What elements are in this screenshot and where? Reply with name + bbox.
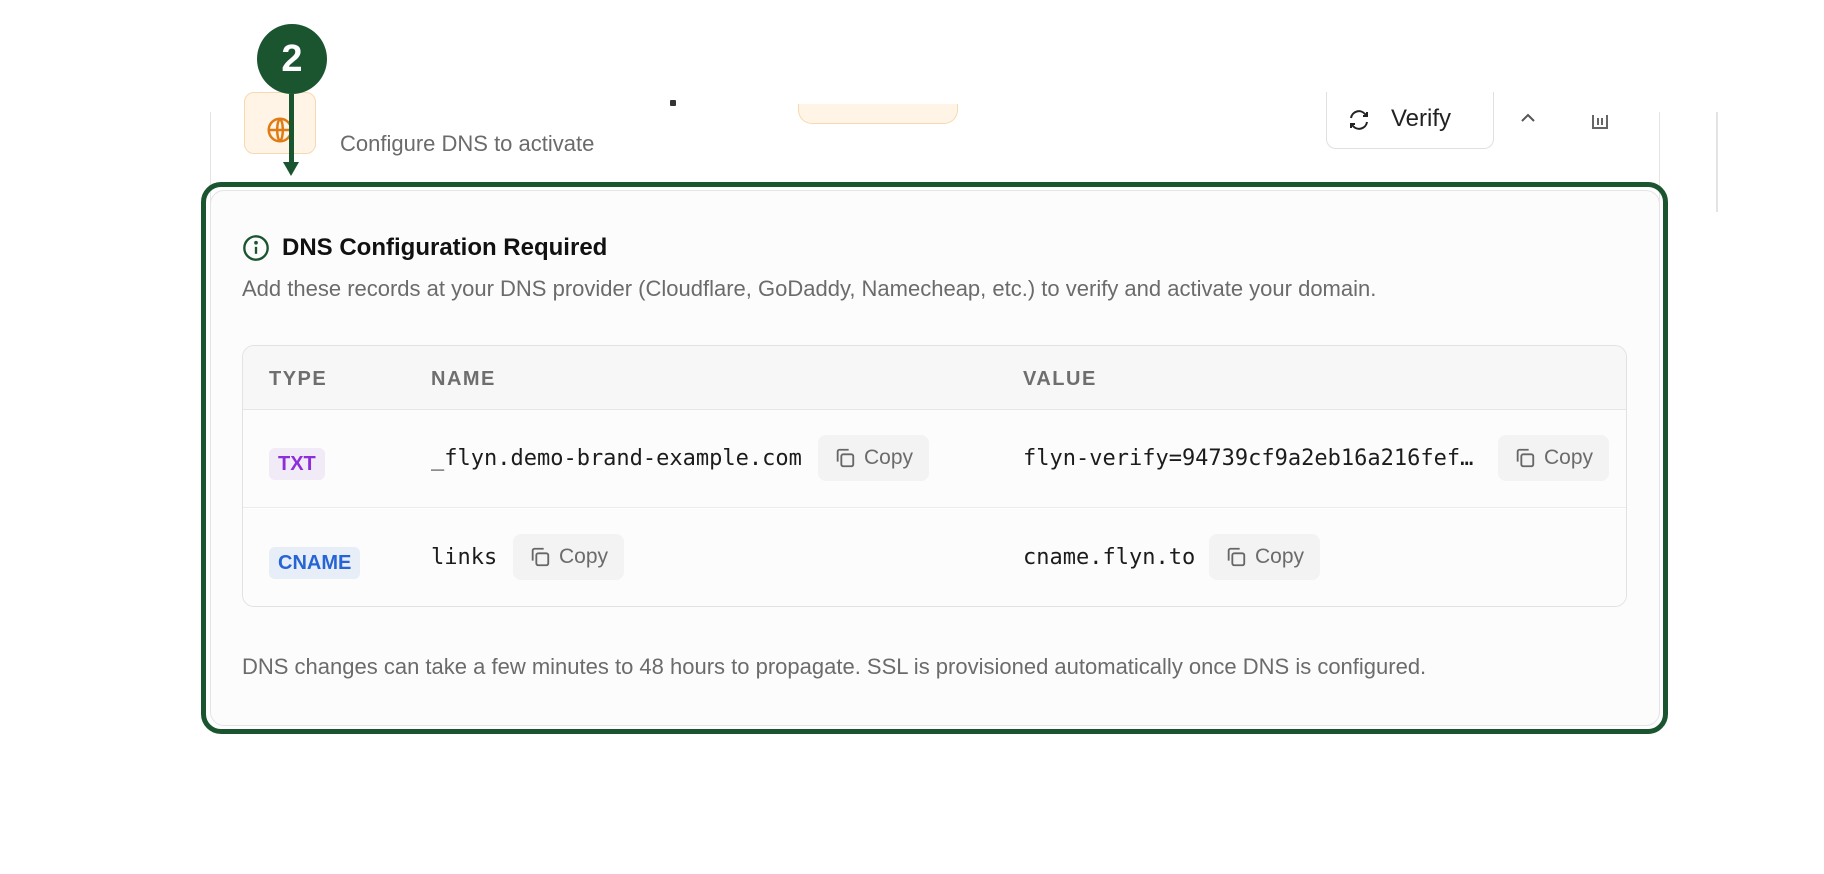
- copy-label: Copy: [1544, 446, 1594, 469]
- record-name: links: [431, 545, 498, 570]
- collapse-button[interactable]: [1512, 104, 1544, 132]
- domain-title-fragment: [670, 100, 676, 106]
- delete-button[interactable]: [1584, 104, 1616, 134]
- copy-label: Copy: [864, 446, 914, 469]
- copy-label: Copy: [1255, 545, 1305, 568]
- table-row: CNAME links Copy cname.flyn.to Copy: [243, 509, 1626, 606]
- dns-footer-note: DNS changes can take a few minutes to 48…: [242, 654, 1427, 679]
- dns-title-text: DNS Configuration Required: [282, 234, 608, 261]
- copy-icon: [836, 448, 855, 468]
- info-icon: [243, 235, 269, 261]
- column-name: NAME: [431, 368, 496, 390]
- record-name: _flyn.demo-brand-example.com: [431, 446, 802, 471]
- verify-button[interactable]: Verify: [1326, 92, 1494, 149]
- column-value: VALUE: [1023, 368, 1097, 390]
- trash-icon: [1592, 115, 1608, 129]
- domain-subtitle: Configure DNS to activate: [340, 131, 595, 156]
- copy-value-button[interactable]: Copy: [1209, 534, 1321, 580]
- column-type: TYPE: [269, 368, 328, 390]
- chevron-up-icon: [1521, 113, 1535, 122]
- copy-icon: [531, 547, 550, 567]
- record-type-badge: TXT: [269, 448, 325, 480]
- domain-icon-box: [244, 92, 316, 154]
- record-value: cname.flyn.to: [1023, 545, 1196, 570]
- step-arrowhead: [283, 162, 299, 176]
- copy-value-button[interactable]: Copy: [1498, 435, 1610, 481]
- step-badge: 2: [257, 24, 327, 94]
- verify-label: Verify: [1391, 105, 1452, 132]
- refresh-icon: [1350, 110, 1368, 130]
- status-badge: [798, 104, 958, 124]
- record-type-badge: CNAME: [269, 547, 361, 579]
- outer-container-edge: [1716, 112, 1718, 212]
- dns-description: Add these records at your DNS provider (…: [242, 276, 1377, 301]
- copy-name-button[interactable]: Copy: [513, 534, 625, 580]
- table-row: TXT _flyn.demo-brand-example.com Copy fl…: [243, 410, 1626, 508]
- copy-icon: [1227, 547, 1246, 567]
- copy-icon: [1516, 448, 1535, 468]
- dns-records-table: TYPE NAME VALUE TXT _flyn.demo-brand-exa…: [242, 345, 1627, 607]
- copy-name-button[interactable]: Copy: [818, 435, 930, 481]
- dns-title: DNS Configuration Required: [242, 234, 607, 262]
- step-connector: [289, 94, 294, 166]
- copy-label: Copy: [559, 545, 609, 568]
- record-value: flyn-verify=94739cf9a2eb16a216fef…: [1023, 446, 1474, 471]
- table-header: TYPE NAME VALUE: [243, 346, 1626, 410]
